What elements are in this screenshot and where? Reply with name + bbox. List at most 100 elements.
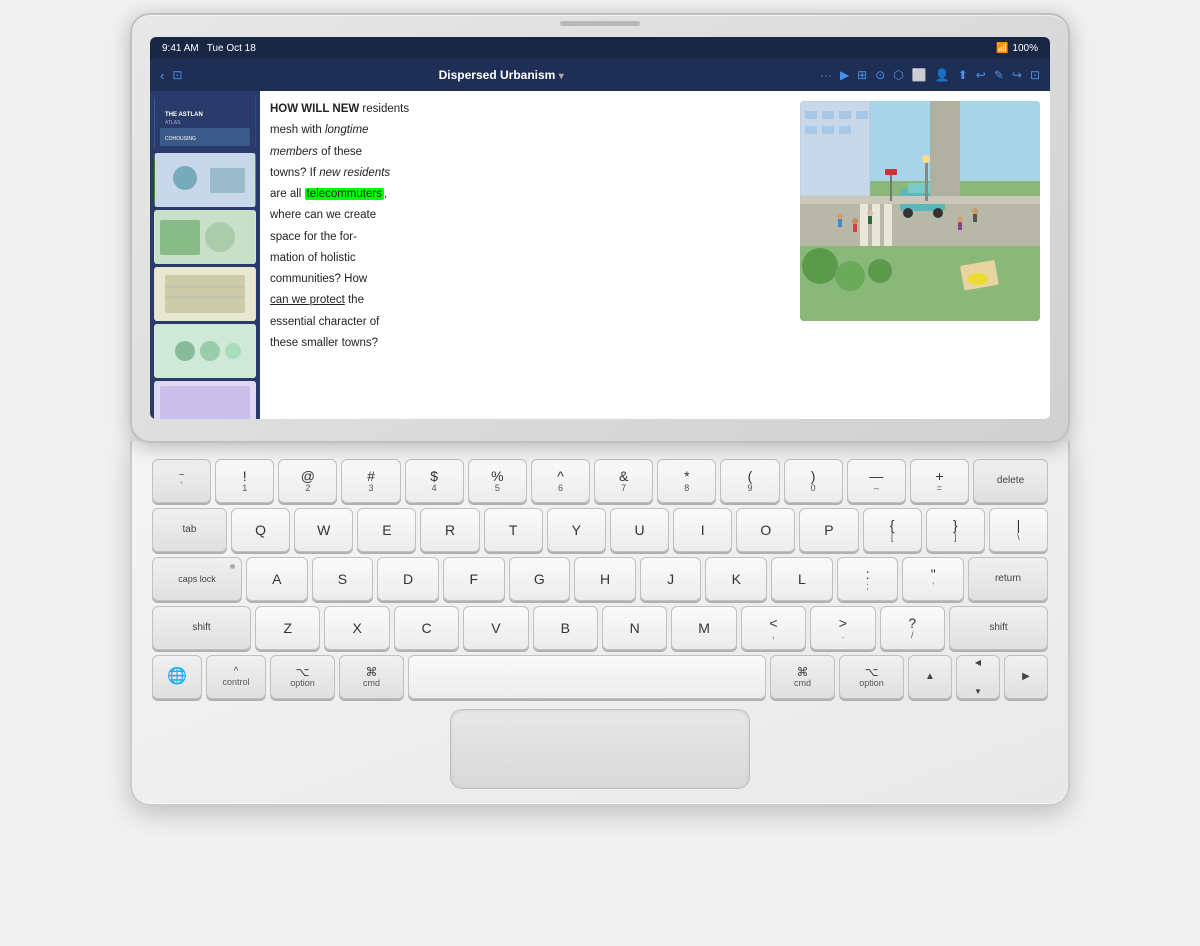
slide-text-longtime: longtime (325, 124, 368, 136)
key-delete[interactable]: delete (973, 459, 1048, 503)
key-4[interactable]: $ 4 (405, 459, 464, 503)
key-1[interactable]: ! 1 (215, 459, 274, 503)
slide-text-line1: HOW WILL NEW (270, 103, 362, 115)
key-y[interactable]: Y (547, 508, 606, 552)
key-m[interactable]: M (671, 606, 736, 650)
ipad-screen: 9:41 AM Tue Oct 18 📶 100% ‹ ⊡ Dispersed … (150, 37, 1050, 419)
key-option-right[interactable]: ⌥ option (839, 655, 904, 699)
slide-thumb-1[interactable]: 1 THE ASTLAN ATLAS COHOUSING (154, 96, 256, 150)
key-comma[interactable]: < , (741, 606, 806, 650)
key-cmd-left[interactable]: ⌘ cmd (339, 655, 404, 699)
key-9[interactable]: ( 9 (720, 459, 779, 503)
key-a[interactable]: A (246, 557, 308, 601)
slide-text-smaller-towns: these smaller towns? (270, 335, 792, 352)
slide-thumb-3[interactable]: 3 (154, 210, 256, 264)
svg-text:ATLAS: ATLAS (165, 120, 181, 126)
slide-text-the: the (345, 294, 364, 306)
key-s[interactable]: S (312, 557, 374, 601)
key-x[interactable]: X (324, 606, 389, 650)
key-bracket-close[interactable]: } ] (926, 508, 985, 552)
key-d[interactable]: D (377, 557, 439, 601)
key-control[interactable]: ^ control (206, 655, 266, 699)
key-b[interactable]: B (533, 606, 598, 650)
key-quote[interactable]: " ' (902, 557, 964, 601)
key-slash[interactable]: ? / (880, 606, 945, 650)
key-o[interactable]: O (736, 508, 795, 552)
key-option-left[interactable]: ⌥ option (270, 655, 335, 699)
image-icon[interactable]: ⬜ (912, 68, 927, 82)
slide-content: HOW WILL NEW residents mesh with longtim… (260, 91, 1050, 419)
slide-thumb-2[interactable]: 2 (154, 153, 256, 207)
slides-panel[interactable]: 1 THE ASTLAN ATLAS COHOUSING (150, 91, 260, 419)
export-icon[interactable]: ⬆ (958, 68, 968, 82)
settings-icon[interactable]: ⊡ (1030, 68, 1040, 82)
key-k[interactable]: K (705, 557, 767, 601)
key-globe[interactable]: 🌐 (152, 655, 202, 699)
key-up-arrow[interactable]: ▲ (908, 655, 952, 699)
key-w[interactable]: W (294, 508, 353, 552)
key-semicolon[interactable]: : ; (837, 557, 899, 601)
key-t[interactable]: T (484, 508, 543, 552)
more-icon[interactable]: ··· (820, 68, 832, 82)
device-container: 9:41 AM Tue Oct 18 📶 100% ‹ ⊡ Dispersed … (50, 13, 1150, 933)
key-2[interactable]: @ 2 (278, 459, 337, 503)
key-p[interactable]: P (799, 508, 858, 552)
slide-text-where: where can we create (270, 207, 792, 224)
undo-icon[interactable]: ↩ (976, 68, 986, 82)
key-5[interactable]: % 5 (468, 459, 527, 503)
key-e[interactable]: E (357, 508, 416, 552)
key-h[interactable]: H (574, 557, 636, 601)
slide-thumb-4[interactable]: 4 (154, 267, 256, 321)
key-minus[interactable]: — – (847, 459, 906, 503)
trackpad[interactable] (450, 709, 750, 789)
key-down-arrow[interactable]: ◀ ▼ (956, 655, 1000, 699)
key-6[interactable]: ^ 6 (531, 459, 590, 503)
key-l[interactable]: L (771, 557, 833, 601)
key-space[interactable] (408, 655, 766, 699)
key-bracket-open[interactable]: { [ (863, 508, 922, 552)
key-3[interactable]: # 3 (341, 459, 400, 503)
key-7[interactable]: & 7 (594, 459, 653, 503)
slide-thumb-6[interactable]: 6 (154, 381, 256, 419)
ipad-top-bar (560, 21, 640, 26)
back-button[interactable]: ‹ (160, 68, 164, 83)
key-tab[interactable]: tab (152, 508, 227, 552)
dropdown-arrow-icon[interactable]: ▾ (559, 71, 564, 82)
key-n[interactable]: N (602, 606, 667, 650)
key-tilde[interactable]: ~ ` (152, 459, 211, 503)
key-shift-left[interactable]: shift (152, 606, 251, 650)
key-equals[interactable]: + = (910, 459, 969, 503)
pen-icon[interactable]: ✎ (994, 68, 1004, 82)
key-j[interactable]: J (640, 557, 702, 601)
key-period[interactable]: > . (810, 606, 875, 650)
key-g[interactable]: G (509, 557, 571, 601)
key-return[interactable]: return (968, 557, 1048, 601)
table-icon[interactable]: ⊞ (857, 68, 867, 82)
key-q[interactable]: Q (231, 508, 290, 552)
slide-text-members: members (270, 146, 318, 158)
key-f[interactable]: F (443, 557, 505, 601)
slides-panel-icon[interactable]: ⊡ (172, 68, 182, 82)
key-shift-right[interactable]: shift (949, 606, 1048, 650)
key-z[interactable]: Z (255, 606, 320, 650)
key-8[interactable]: * 8 (657, 459, 716, 503)
key-0[interactable]: ) 0 (784, 459, 843, 503)
person-icon[interactable]: 👤 (935, 68, 950, 82)
clock-icon[interactable]: ⊙ (875, 68, 885, 82)
key-i[interactable]: I (673, 508, 732, 552)
status-right: 📶 100% (996, 43, 1038, 54)
play-icon[interactable]: ▶ (840, 68, 849, 82)
key-u[interactable]: U (610, 508, 669, 552)
key-cmd-right[interactable]: ⌘ cmd (770, 655, 835, 699)
key-v[interactable]: V (463, 606, 528, 650)
key-capslock[interactable]: caps lock (152, 557, 242, 601)
slide-thumb-5[interactable]: 5 (154, 324, 256, 378)
ipad: 9:41 AM Tue Oct 18 📶 100% ‹ ⊡ Dispersed … (130, 13, 1070, 443)
keyboard-case: ~ ` ! 1 @ 2 # 3 $ 4 (130, 441, 1070, 806)
key-r[interactable]: R (420, 508, 479, 552)
key-right-arrow[interactable]: ▶ (1004, 655, 1048, 699)
redo-icon[interactable]: ↪ (1012, 68, 1022, 82)
key-backslash[interactable]: | \ (989, 508, 1048, 552)
key-c[interactable]: C (394, 606, 459, 650)
share2-icon[interactable]: ⬡ (893, 68, 903, 82)
